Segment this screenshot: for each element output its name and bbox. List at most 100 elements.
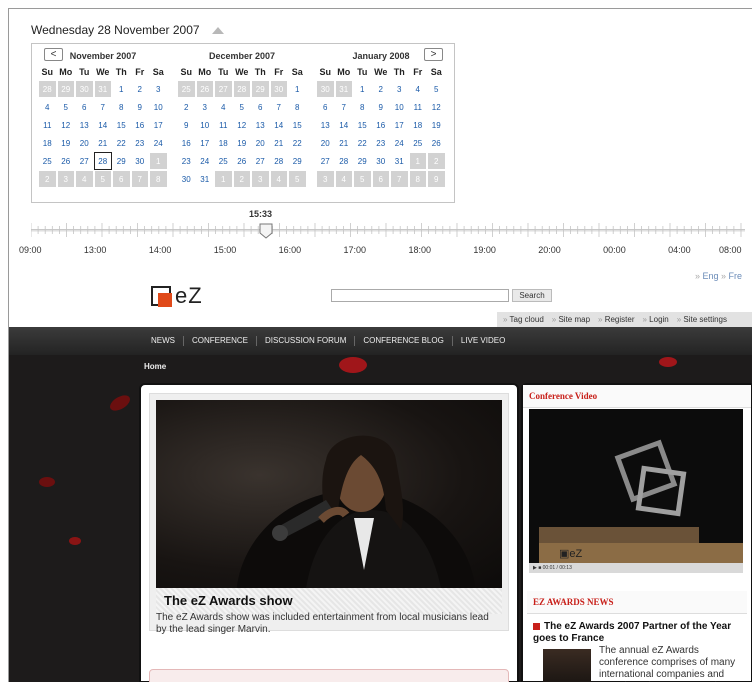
day-cell[interactable]: 1 bbox=[112, 80, 131, 98]
day-cell[interactable]: 29 bbox=[251, 80, 270, 98]
day-cell[interactable]: 6 bbox=[371, 170, 390, 188]
search-input[interactable] bbox=[331, 289, 509, 302]
day-cell[interactable]: 10 bbox=[195, 116, 214, 134]
nav-conference-blog[interactable]: CONFERENCE BLOG bbox=[355, 336, 453, 346]
day-cell[interactable]: 20 bbox=[251, 134, 270, 152]
day-cell[interactable]: 4 bbox=[38, 98, 57, 116]
collapse-arrow-icon[interactable] bbox=[211, 26, 224, 34]
day-cell[interactable]: 3 bbox=[195, 98, 214, 116]
day-cell[interactable]: 21 bbox=[269, 134, 288, 152]
day-cell[interactable]: 15 bbox=[353, 116, 372, 134]
day-cell[interactable]: 30 bbox=[130, 152, 149, 170]
day-cell[interactable]: 18 bbox=[214, 134, 233, 152]
day-cell[interactable]: 4 bbox=[75, 170, 94, 188]
day-cell[interactable]: 26 bbox=[195, 80, 214, 98]
day-cell[interactable]: 7 bbox=[93, 98, 112, 116]
day-cell[interactable]: 7 bbox=[130, 170, 149, 188]
video-controls[interactable]: ▶ ■ 00:01 / 00:13 bbox=[529, 563, 743, 573]
day-cell[interactable]: 4 bbox=[269, 170, 288, 188]
day-cell[interactable]: 5 bbox=[232, 98, 251, 116]
day-cell[interactable]: 5 bbox=[353, 170, 372, 188]
day-cell[interactable]: 1 bbox=[353, 80, 372, 98]
day-cell[interactable]: 27 bbox=[251, 152, 270, 170]
day-cell[interactable]: 28 bbox=[232, 80, 251, 98]
day-cell[interactable]: 20 bbox=[316, 134, 335, 152]
hero-image[interactable] bbox=[156, 400, 502, 588]
day-cell[interactable]: 31 bbox=[390, 152, 409, 170]
day-cell[interactable]: 10 bbox=[390, 98, 409, 116]
day-cell[interactable]: 9 bbox=[130, 98, 149, 116]
day-cell[interactable]: 27 bbox=[75, 152, 94, 170]
day-cell[interactable]: 1 bbox=[288, 80, 307, 98]
day-cell[interactable]: 10 bbox=[149, 98, 168, 116]
day-cell[interactable]: 13 bbox=[251, 116, 270, 134]
day-cell[interactable]: 7 bbox=[269, 98, 288, 116]
day-cell[interactable]: 22 bbox=[353, 134, 372, 152]
day-cell[interactable]: 17 bbox=[149, 116, 168, 134]
news-title-text[interactable]: The eZ Awards 2007 Partner of the Year g… bbox=[533, 621, 731, 644]
day-cell[interactable]: 8 bbox=[112, 98, 131, 116]
day-cell[interactable]: 28 bbox=[269, 152, 288, 170]
day-cell[interactable]: 29 bbox=[353, 152, 372, 170]
day-cell[interactable]: 26 bbox=[232, 152, 251, 170]
nav-discussion-forum[interactable]: DISCUSSION FORUM bbox=[257, 336, 356, 346]
day-cell[interactable]: 8 bbox=[149, 170, 168, 188]
nav-live-video[interactable]: LIVE VIDEO bbox=[453, 336, 513, 346]
day-cell[interactable]: 1 bbox=[408, 152, 427, 170]
day-cell[interactable]: 25 bbox=[408, 134, 427, 152]
day-cell[interactable]: 14 bbox=[334, 116, 353, 134]
day-cell[interactable]: 3 bbox=[56, 170, 75, 188]
day-cell[interactable]: 16 bbox=[130, 116, 149, 134]
day-cell[interactable]: 17 bbox=[195, 134, 214, 152]
day-cell[interactable]: 6 bbox=[75, 98, 94, 116]
hero-title[interactable]: The eZ Awards show bbox=[156, 588, 502, 614]
day-cell[interactable]: 29 bbox=[288, 152, 307, 170]
day-cell[interactable]: 21 bbox=[93, 134, 112, 152]
day-cell[interactable]: 8 bbox=[353, 98, 372, 116]
day-cell[interactable]: 22 bbox=[112, 134, 131, 152]
day-cell[interactable]: 30 bbox=[177, 170, 196, 188]
news-item-title[interactable]: The eZ Awards 2007 Partner of the Year g… bbox=[533, 621, 745, 645]
day-cell[interactable]: 22 bbox=[288, 134, 307, 152]
day-cell[interactable]: 16 bbox=[177, 134, 196, 152]
day-cell[interactable]: 24 bbox=[195, 152, 214, 170]
day-cell[interactable]: 2 bbox=[427, 152, 446, 170]
day-cell[interactable]: 13 bbox=[75, 116, 94, 134]
day-cell[interactable]: 28 bbox=[38, 80, 57, 98]
day-cell[interactable]: 4 bbox=[408, 80, 427, 98]
day-cell[interactable]: 28 bbox=[334, 152, 353, 170]
date-selector[interactable]: Wednesday 28 November 2007 bbox=[31, 19, 224, 41]
day-cell[interactable]: 3 bbox=[251, 170, 270, 188]
day-cell[interactable]: 25 bbox=[38, 152, 57, 170]
day-cell[interactable]: 23 bbox=[130, 134, 149, 152]
day-cell[interactable]: 27 bbox=[316, 152, 335, 170]
time-slider-handle[interactable] bbox=[259, 223, 273, 239]
day-cell[interactable]: 31 bbox=[93, 80, 112, 98]
day-cell[interactable]: 2 bbox=[177, 98, 196, 116]
search-button[interactable]: Search bbox=[512, 289, 552, 302]
day-cell[interactable]: 29 bbox=[56, 80, 75, 98]
day-cell[interactable]: 31 bbox=[334, 80, 353, 98]
day-cell[interactable]: 7 bbox=[334, 98, 353, 116]
day-cell[interactable]: 5 bbox=[56, 98, 75, 116]
day-cell[interactable]: 12 bbox=[427, 98, 446, 116]
day-cell[interactable]: 27 bbox=[214, 80, 233, 98]
day-cell[interactable]: 3 bbox=[316, 170, 335, 188]
day-cell[interactable]: 19 bbox=[232, 134, 251, 152]
login-link[interactable]: Login bbox=[643, 312, 669, 328]
day-cell[interactable]: 19 bbox=[56, 134, 75, 152]
nav-conference[interactable]: CONFERENCE bbox=[184, 336, 258, 346]
day-cell[interactable]: 18 bbox=[38, 134, 57, 152]
day-cell[interactable]: 1 bbox=[149, 152, 168, 170]
day-cell[interactable]: 9 bbox=[371, 98, 390, 116]
day-cell[interactable]: 30 bbox=[316, 80, 335, 98]
day-cell[interactable]: 1 bbox=[214, 170, 233, 188]
time-slider[interactable]: 15:33 09:00 13:00 14:00 15:00 16:00 17:00 18:0… bbox=[19, 209, 745, 263]
day-cell[interactable]: 17 bbox=[390, 116, 409, 134]
day-cell[interactable]: 11 bbox=[408, 98, 427, 116]
day-cell[interactable]: 30 bbox=[75, 80, 94, 98]
tag-cloud-link[interactable]: Tag cloud bbox=[503, 312, 544, 328]
day-cell[interactable]: 25 bbox=[177, 80, 196, 98]
day-cell[interactable]: 19 bbox=[427, 116, 446, 134]
day-cell[interactable]: 3 bbox=[149, 80, 168, 98]
